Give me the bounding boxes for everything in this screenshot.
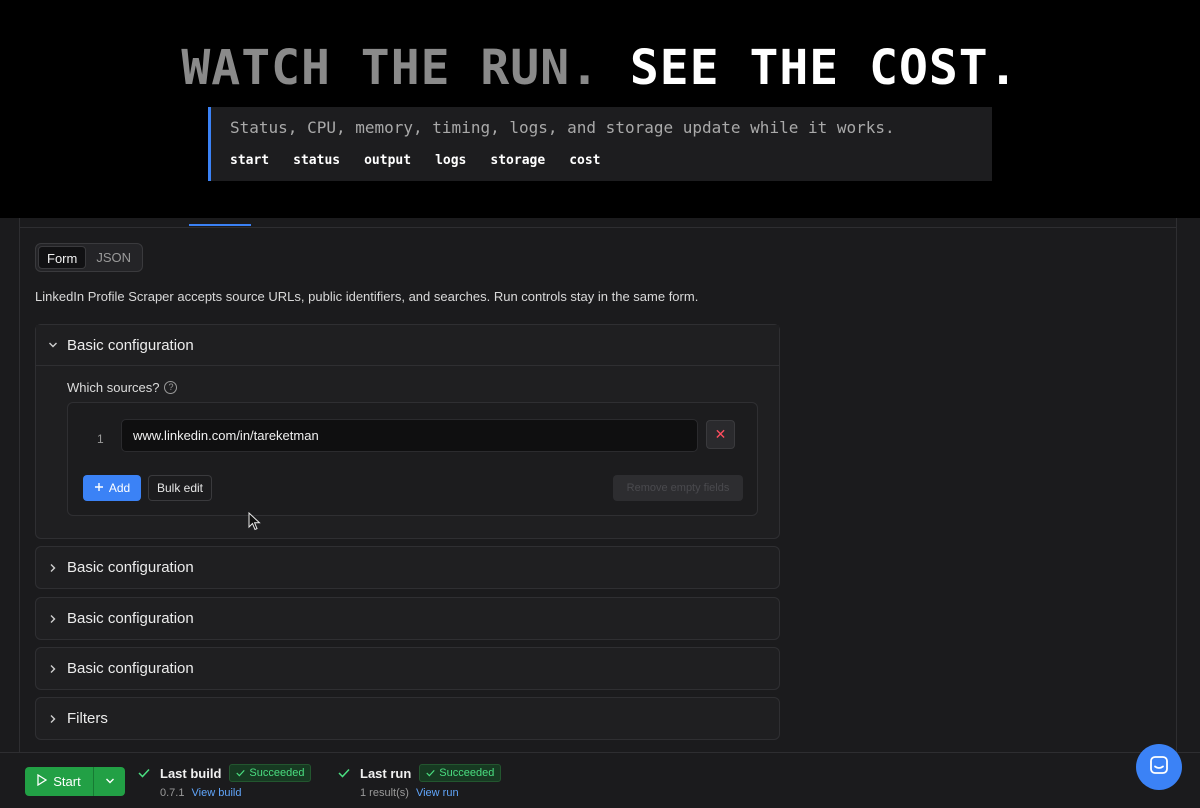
play-icon [37, 773, 48, 789]
last-build-status: Last build Succeeded 0.7.1 View build [138, 762, 312, 799]
run-results-count: 1 result(s) [360, 787, 409, 799]
add-label: Add [108, 481, 131, 495]
input-description: LinkedIn Profile Scraper accepts source … [35, 289, 699, 304]
start-label: Start [53, 774, 81, 789]
last-build-label: Last build [160, 765, 222, 781]
sources-field-label: Which sources? ? [67, 380, 178, 395]
sources-list: 1 www.linkedin.com/in/tareketman ✕ Add B… [67, 402, 758, 516]
input-mode-toggle: Form JSON [35, 243, 143, 272]
last-run-label: Last run [360, 765, 412, 781]
section-header[interactable]: Basic configuration [36, 598, 779, 639]
chevron-down-icon [105, 773, 115, 791]
start-button[interactable]: Start [25, 767, 93, 796]
mouse-cursor-icon [248, 512, 261, 531]
section-title: Filters [67, 710, 108, 727]
hero-callout: Status, CPU, memory, timing, logs, and s… [208, 107, 992, 181]
section-title: Basic configuration [67, 610, 194, 627]
chevron-right-icon [48, 714, 58, 724]
active-tab-indicator [189, 224, 251, 226]
remove-row-button[interactable]: ✕ [706, 420, 735, 449]
run-controls-bar: Start Last build Succeeded 0.7.1 View bu… [0, 752, 1200, 808]
section-header[interactable]: Basic configuration [36, 648, 779, 689]
json-mode-button[interactable]: JSON [88, 246, 139, 269]
last-run-status: Last run Succeeded 1 result(s) View run [338, 762, 502, 799]
hero-tag: status [293, 153, 341, 168]
section-title: Basic configuration [67, 336, 194, 354]
section-basic-configuration-3[interactable]: Basic configuration [35, 597, 780, 640]
hero-tags: start status output logs storage cost [230, 153, 601, 168]
check-icon [338, 768, 352, 778]
chat-icon [1148, 754, 1170, 781]
section-title: Basic configuration [67, 559, 194, 576]
section-filters[interactable]: Filters [35, 697, 780, 740]
section-basic-configuration-2[interactable]: Basic configuration [35, 546, 780, 589]
form-mode-button[interactable]: Form [38, 246, 87, 269]
start-options-dropdown[interactable] [93, 767, 125, 796]
chevron-down-icon [48, 340, 58, 350]
view-build-link[interactable]: View build [192, 787, 242, 799]
section-header[interactable]: Filters [36, 698, 779, 739]
hero-banner: WATCH THE RUN. SEE THE COST. Status, CPU… [0, 0, 1200, 218]
chevron-right-icon [48, 614, 58, 624]
section-header[interactable]: Basic configuration [36, 325, 779, 366]
hero-title-dim: WATCH THE RUN. [181, 40, 600, 96]
hero-tag: start [230, 153, 270, 168]
status-badge: Succeeded [419, 764, 502, 782]
help-icon[interactable]: ? [164, 381, 178, 394]
status-badge-text: Succeeded [439, 767, 495, 779]
sources-label-text: Which sources? [67, 380, 160, 395]
hero-tag: storage [490, 153, 546, 168]
hero-title-bright: SEE THE COST. [629, 40, 1019, 96]
source-url-input[interactable]: www.linkedin.com/in/tareketman [121, 419, 698, 452]
plus-icon [94, 481, 104, 495]
hero-tag: cost [569, 153, 601, 168]
status-badge-text: Succeeded [249, 767, 305, 779]
hero-tag: output [364, 153, 412, 168]
bulk-edit-button[interactable]: Bulk edit [148, 475, 212, 501]
add-source-button[interactable]: Add [83, 475, 141, 501]
row-number: 1 [97, 432, 104, 446]
chat-support-button[interactable] [1136, 744, 1182, 790]
hero-title: WATCH THE RUN. SEE THE COST. [0, 40, 1200, 96]
hero-tag: logs [435, 153, 467, 168]
section-header[interactable]: Basic configuration [36, 547, 779, 588]
tab-divider [19, 227, 1177, 228]
view-run-link[interactable]: View run [416, 787, 459, 799]
close-icon: ✕ [714, 426, 727, 442]
section-title: Basic configuration [67, 660, 194, 677]
check-icon [138, 768, 152, 778]
section-basic-configuration-4[interactable]: Basic configuration [35, 647, 780, 690]
build-version: 0.7.1 [160, 787, 185, 799]
remove-empty-fields-button[interactable]: Remove empty fields [613, 475, 743, 501]
start-button-group: Start [25, 767, 125, 796]
status-badge: Succeeded [229, 764, 312, 782]
chevron-right-icon [48, 664, 58, 674]
section-basic-configuration: Basic configuration Which sources? ? 1 w… [35, 324, 780, 539]
hero-subtitle: Status, CPU, memory, timing, logs, and s… [230, 118, 895, 137]
chevron-right-icon [48, 563, 58, 573]
